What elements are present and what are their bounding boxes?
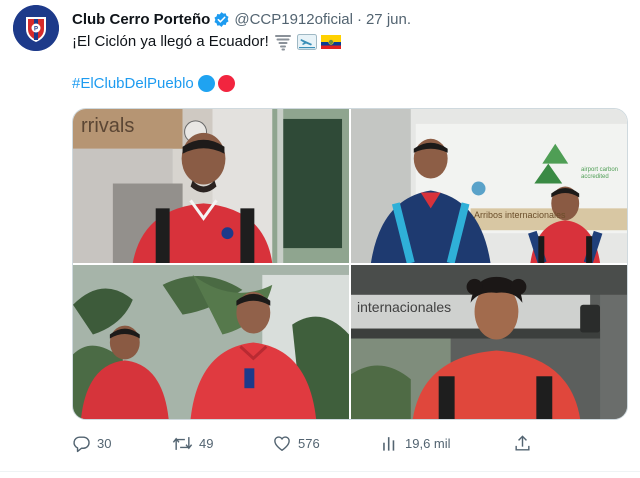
retweet-icon: [172, 437, 193, 450]
reply-icon: [73, 436, 90, 453]
photo-4-image: [351, 265, 627, 419]
media-grid: rrivals Arribos internacionales airport …: [72, 108, 628, 420]
reply-button[interactable]: 30: [72, 434, 111, 453]
photo-3-image: [73, 265, 349, 419]
views-chart-icon: [383, 437, 395, 451]
red-circle-icon: [217, 75, 235, 92]
photo-4-sign: internacionales: [357, 299, 452, 315]
like-button[interactable]: 576: [272, 434, 320, 453]
heart-icon: [274, 436, 290, 451]
photo-1[interactable]: rrivals: [73, 109, 349, 263]
photo-1-sign: rrivals: [81, 115, 135, 137]
author-name[interactable]: Club Cerro Porteño: [72, 11, 210, 28]
like-count: 576: [298, 436, 320, 451]
hashtag-line: #ElClubDelPueblo: [72, 75, 235, 92]
tweet-divider: [0, 471, 640, 472]
airplane-arrival-icon: [296, 33, 317, 50]
svg-text:P: P: [34, 27, 38, 33]
separator-dot: ·: [356, 10, 362, 28]
views-button[interactable]: 19,6 mil: [380, 434, 451, 453]
photo-2[interactable]: Arribos internacionales airport carbon a…: [351, 109, 627, 263]
club-crest-icon: P: [13, 5, 59, 51]
verified-badge-icon: [213, 11, 230, 28]
retweet-button[interactable]: 49: [172, 434, 213, 453]
blue-circle-icon: [197, 75, 215, 92]
tweet-actions: 30 49 576 19,6 mil: [72, 434, 540, 458]
tweet-text: ¡El Ciclón ya llegó a Ecuador!: [72, 33, 341, 50]
photo-2-logo: airport carbon accredited: [581, 167, 619, 180]
retweet-count: 49: [199, 436, 214, 451]
hashtag-link[interactable]: #ElClubDelPueblo: [72, 75, 194, 92]
share-button[interactable]: [513, 434, 532, 453]
tweet-body: ¡El Ciclón ya llegó a Ecuador!: [72, 33, 269, 50]
tornado-icon: [273, 34, 293, 50]
avatar[interactable]: P: [13, 5, 59, 51]
tweet-card[interactable]: P Club Cerro Porteño @CCP1912oficial · 2…: [0, 0, 640, 478]
tweet-date[interactable]: 27 jun.: [366, 11, 411, 28]
share-icon: [515, 435, 530, 451]
author-handle[interactable]: @CCP1912oficial: [234, 11, 353, 28]
photo-3[interactable]: [73, 265, 349, 419]
photo-2-image: [351, 109, 627, 263]
tweet-header: Club Cerro Porteño @CCP1912oficial · 27 …: [72, 9, 411, 29]
photo-2-sign: Arribos internacionales: [474, 210, 566, 220]
reply-count: 30: [97, 436, 112, 451]
views-count: 19,6 mil: [405, 436, 451, 451]
photo-4[interactable]: internacionales: [351, 265, 627, 419]
ecuador-flag-icon: [320, 34, 341, 50]
